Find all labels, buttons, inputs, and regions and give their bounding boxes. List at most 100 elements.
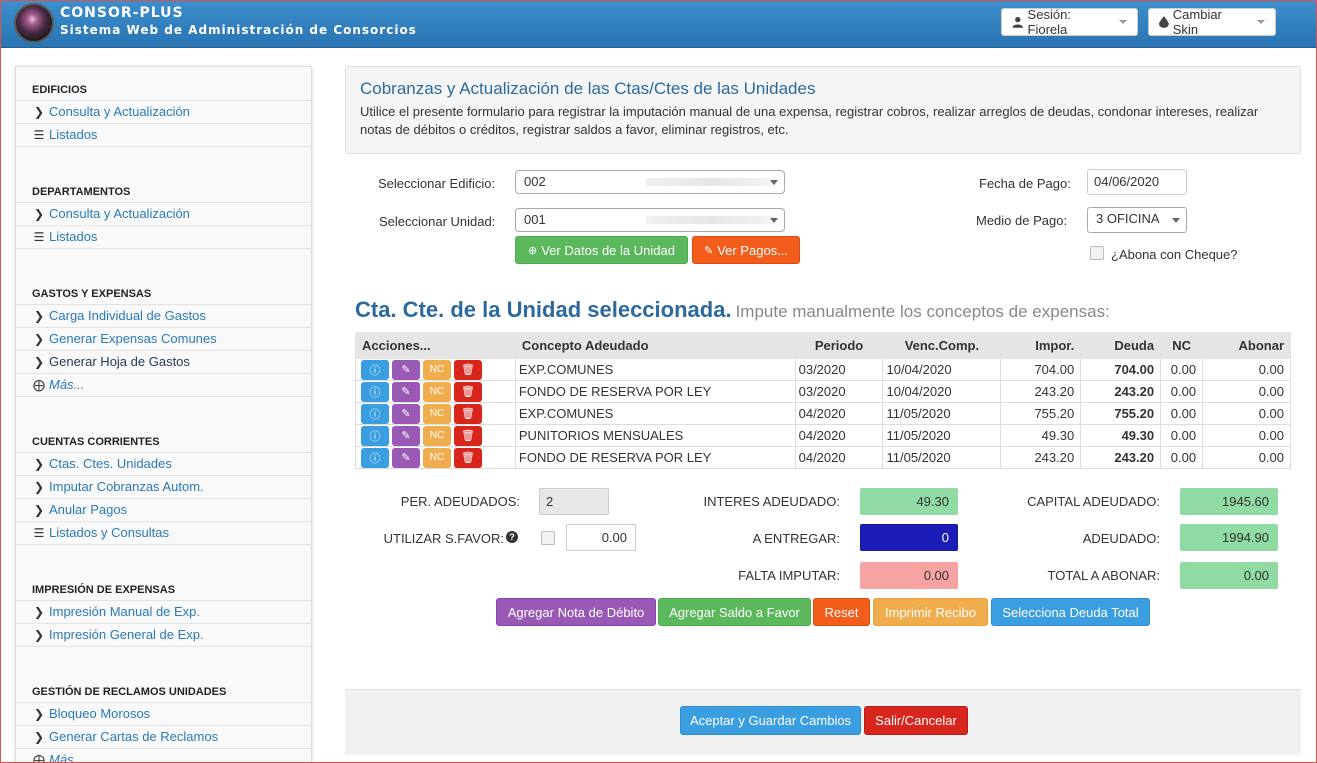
sidebar-item-imputar-cobranzas[interactable]: ❯ Imputar Cobranzas Autom. [16,476,311,499]
unidad-select[interactable]: 001 [515,208,785,232]
info-icon[interactable]: ⓘ [361,381,389,402]
edit-icon[interactable]: ✎ [392,425,420,446]
sidebar-item-impresion-general[interactable]: ❯ Impresión General de Exp. [16,624,311,647]
row-actions: ⓘ ✎ NC 🗑 [355,358,516,381]
trash-icon[interactable]: 🗑 [454,359,482,380]
nc-cell: 0.00 [1160,358,1204,381]
chevron-right-icon: ❯ [33,730,45,744]
column-header: Periodo [794,332,884,359]
fecha-pago-input[interactable]: 04/06/2020 [1087,169,1187,195]
sidebar-item-bloqueo-morosos[interactable]: ❯ Bloqueo Morosos [16,703,311,726]
chevron-down-icon [770,218,778,223]
session-button[interactable]: Sesión: Fiorela [1001,7,1138,37]
edit-icon[interactable]: ✎ [392,381,420,402]
chevron-right-icon: ❯ [33,207,45,221]
nc-button[interactable]: NC [423,359,451,380]
nc-button[interactable]: NC [423,425,451,446]
deuda-total-button[interactable]: Selecciona Deuda Total [991,598,1150,626]
sidebar-item-generar-expensas[interactable]: ❯ Generar Expensas Comunes [16,328,311,351]
nota-debito-button[interactable]: Agregar Nota de Débito [496,598,656,626]
sidebar-item-edificios-consulta[interactable]: ❯ Consulta y Actualización [16,101,311,124]
salir-button[interactable]: Salir/Cancelar [864,706,968,735]
edificio-value: 002 [524,174,546,189]
column-header: Deuda [1080,332,1162,359]
entregar-input[interactable]: 0 [860,524,958,551]
chevron-right-icon: ❯ [33,628,45,642]
fecha-label: Fecha de Pago: [979,176,1071,191]
sidebar-item-departamentos-listados[interactable]: ☰ Listados [16,226,311,249]
edit-icon[interactable]: ✎ [392,359,420,380]
ver-datos-label: Ver Datos de la Unidad [541,242,675,258]
ver-pagos-button[interactable]: ✎ Ver Pagos... [692,236,800,264]
abonar-cell[interactable]: 0.00 [1202,446,1291,469]
sidebar-item-label: Bloqueo Morosos [49,706,151,721]
periodo-cell: 03/2020 [794,358,884,381]
plus-circle-icon: ⨁ [33,378,45,392]
adeudado-label: ADEUDADO: [1082,531,1160,546]
abonar-cell[interactable]: 0.00 [1202,380,1291,403]
falta-label: FALTA IMPUTAR: [738,568,840,583]
info-icon[interactable]: ⓘ [361,359,389,380]
medio-pago-select[interactable]: 3 OFICINA [1087,207,1187,233]
sidebar-item-departamentos-consulta[interactable]: ❯ Consulta y Actualización [16,203,311,226]
app-subtitle: Sistema Web de Administración de Consorc… [60,23,417,37]
abonar-cell[interactable]: 0.00 [1202,424,1291,447]
info-icon[interactable]: ⓘ [361,447,389,468]
sidebar-item-label: Generar Cartas de Reclamos [49,729,219,744]
sfavor-checkbox[interactable] [541,531,555,545]
chevron-right-icon: ❯ [33,480,45,494]
abonar-cell[interactable]: 0.00 [1202,402,1291,425]
sidebar-item-listados-consultas[interactable]: ☰ Listados y Consultas [16,522,311,545]
edificio-select[interactable]: 002 [515,170,785,194]
trash-icon[interactable]: 🗑 [454,447,482,468]
entregar-label: A ENTREGAR: [752,531,840,546]
per-adeudados-label: PER. ADEUDADOS: [400,494,520,509]
chevron-down-icon [770,180,778,185]
sidebar-item-mas-reclamos[interactable]: ⨁ Más... [16,749,311,763]
reset-button[interactable]: Reset [813,598,870,626]
row-actions: ⓘ ✎ NC 🗑 [355,402,516,425]
imprimir-recibo-button[interactable]: Imprimir Recibo [873,598,988,626]
importe-cell: 243.20 [1000,380,1082,403]
sidebar-item-hoja-gastos[interactable]: ❯ Generar Hoja de Gastos [16,351,311,374]
trash-icon[interactable]: 🗑 [454,381,482,402]
sidebar-item-anular-pagos[interactable]: ❯ Anular Pagos [16,499,311,522]
trash-icon[interactable]: 🗑 [454,403,482,424]
importe-cell: 704.00 [1000,358,1082,381]
sfavor-input[interactable]: 0.00 [566,524,636,551]
saldo-favor-button[interactable]: Agregar Saldo a Favor [658,598,811,626]
nc-button[interactable]: NC [423,403,451,424]
info-panel: Cobranzas y Actualización de las Ctas/Ct… [345,66,1301,154]
aceptar-button[interactable]: Aceptar y Guardar Cambios [680,706,861,735]
nc-button[interactable]: NC [423,447,451,468]
abonar-cell[interactable]: 0.00 [1202,358,1291,381]
nc-button[interactable]: NC [423,381,451,402]
info-icon[interactable]: ⓘ [361,403,389,424]
sidebar-item-mas[interactable]: ⨁ Más... [16,374,311,397]
ver-datos-unidad-button[interactable]: ⊕ Ver Datos de la Unidad [515,236,688,264]
sidebar-item-impresion-manual[interactable]: ❯ Impresión Manual de Exp. [16,601,311,624]
chevron-right-icon: ❯ [33,105,45,119]
table-header-row: Acciones... Concepto Adeudado Periodo Ve… [355,332,1291,359]
edit-icon[interactable]: ✎ [392,403,420,424]
cuenta-corriente-table: Acciones... Concepto Adeudado Periodo Ve… [355,332,1291,469]
skin-button[interactable]: Cambiar Skin [1148,7,1276,37]
sidebar-item-edificios-listados[interactable]: ☰ Listados [16,124,311,147]
sidebar-item-label: Más... [49,752,85,763]
sidebar-item-carga-gastos[interactable]: ❯ Carga Individual de Gastos [16,305,311,328]
edit-icon[interactable]: ✎ [392,447,420,468]
info-icon[interactable]: ⓘ [361,425,389,446]
sidebar-section-title: DEPARTAMENTOS [16,181,311,203]
trash-icon[interactable]: 🗑 [454,425,482,446]
sidebar-item-ctas-ctes[interactable]: ❯ Ctas. Ctes. Unidades [16,453,311,476]
total-label: TOTAL A ABONAR: [1047,568,1160,583]
importe-cell: 49.30 [1000,424,1082,447]
question-circle-icon[interactable]: ? [506,531,518,543]
section-heading: Cta. Cte. de la Unidad seleccionada. Impu… [355,297,1110,323]
sidebar-item-cartas-reclamos[interactable]: ❯ Generar Cartas de Reclamos [16,726,311,749]
sidebar-item-label: Consulta y Actualización [49,104,190,119]
cheque-checkbox[interactable] [1090,246,1104,260]
per-adeudados-field: 2 [539,488,609,515]
periodo-cell: 03/2020 [794,380,884,403]
plus-circle-icon: ⨁ [33,753,45,763]
